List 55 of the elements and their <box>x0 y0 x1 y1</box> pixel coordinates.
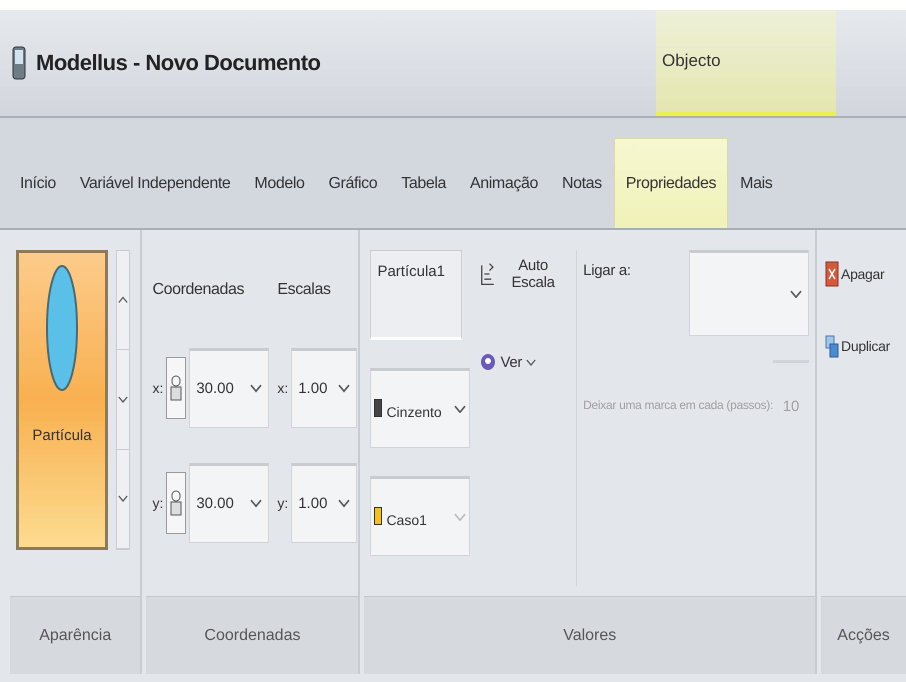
ribbon-tab[interactable]: Início <box>8 138 68 228</box>
axis-label: y: <box>277 494 288 510</box>
chevron-icon <box>526 358 536 366</box>
ellipse-icon <box>45 263 79 393</box>
link-label: Ligar a: <box>583 262 631 279</box>
link-dropdown[interactable] <box>689 250 810 336</box>
group-label: Valores <box>364 596 816 674</box>
duplicate-icon <box>825 333 840 359</box>
duplicate-button[interactable]: Duplicar <box>823 322 906 370</box>
column-header: Escalas <box>277 280 332 300</box>
group-label: Coordenadas <box>146 596 358 674</box>
coordinate-field[interactable]: 30.00 <box>189 462 270 542</box>
delete-button[interactable]: Apagar <box>823 250 906 298</box>
ribbon-tab[interactable]: Animação <box>458 138 550 228</box>
chevron-icon <box>250 499 262 508</box>
app-icon <box>12 46 26 80</box>
context-tab[interactable]: Objecto <box>656 10 836 116</box>
scale-field[interactable]: 1.00 <box>291 462 358 542</box>
window-title: Modellus - Novo Documento <box>36 50 322 76</box>
lock-icon <box>170 372 182 402</box>
gallery-item[interactable]: Partícula <box>16 250 108 550</box>
up-chevron-icon <box>118 296 128 304</box>
chevron-icon <box>338 499 350 508</box>
lock-button[interactable] <box>166 356 186 418</box>
chevron-icon <box>118 495 128 502</box>
ribbon-tab[interactable]: Notas <box>550 138 614 228</box>
lock-icon <box>170 488 182 518</box>
ribbon-tab[interactable]: Variável Independente <box>68 138 242 228</box>
chevron-icon <box>454 512 466 522</box>
chevron-icon <box>790 290 802 298</box>
chevron-icon <box>118 396 128 403</box>
dropdown[interactable]: Cinzento <box>370 368 470 448</box>
chevron-icon <box>338 384 350 393</box>
scale-field[interactable]: 1.00 <box>291 348 358 428</box>
column-header: Coordenadas <box>152 280 246 300</box>
mark-label: Deixar uma marca em cada (passos): <box>583 398 774 412</box>
chevron-icon <box>250 384 262 393</box>
axis-label: y: <box>152 494 164 510</box>
auto-scale-button[interactable]: Auto Escala <box>478 250 568 298</box>
axis-label: x: <box>152 380 164 396</box>
ribbon-tab[interactable]: Gráfico <box>316 138 390 228</box>
ribbon-tab[interactable]: Propriedades <box>614 138 728 228</box>
group-label: Aparência <box>10 596 140 674</box>
ribbon-tab[interactable]: Tabela <box>389 138 458 228</box>
delete-icon <box>825 261 840 287</box>
view-button[interactable]: Ver <box>478 338 568 386</box>
eye-icon <box>480 353 496 371</box>
lock-button[interactable] <box>166 472 186 534</box>
name-field[interactable]: Partícula1 <box>370 250 462 340</box>
ribbon-tab[interactable]: Mais <box>728 138 784 228</box>
axis-label: x: <box>277 380 288 396</box>
coordinate-field[interactable]: 30.00 <box>189 348 270 428</box>
group-label: Acções <box>821 596 906 674</box>
ribbon-tab[interactable]: Modelo <box>242 138 316 228</box>
chevron-icon <box>454 404 466 414</box>
